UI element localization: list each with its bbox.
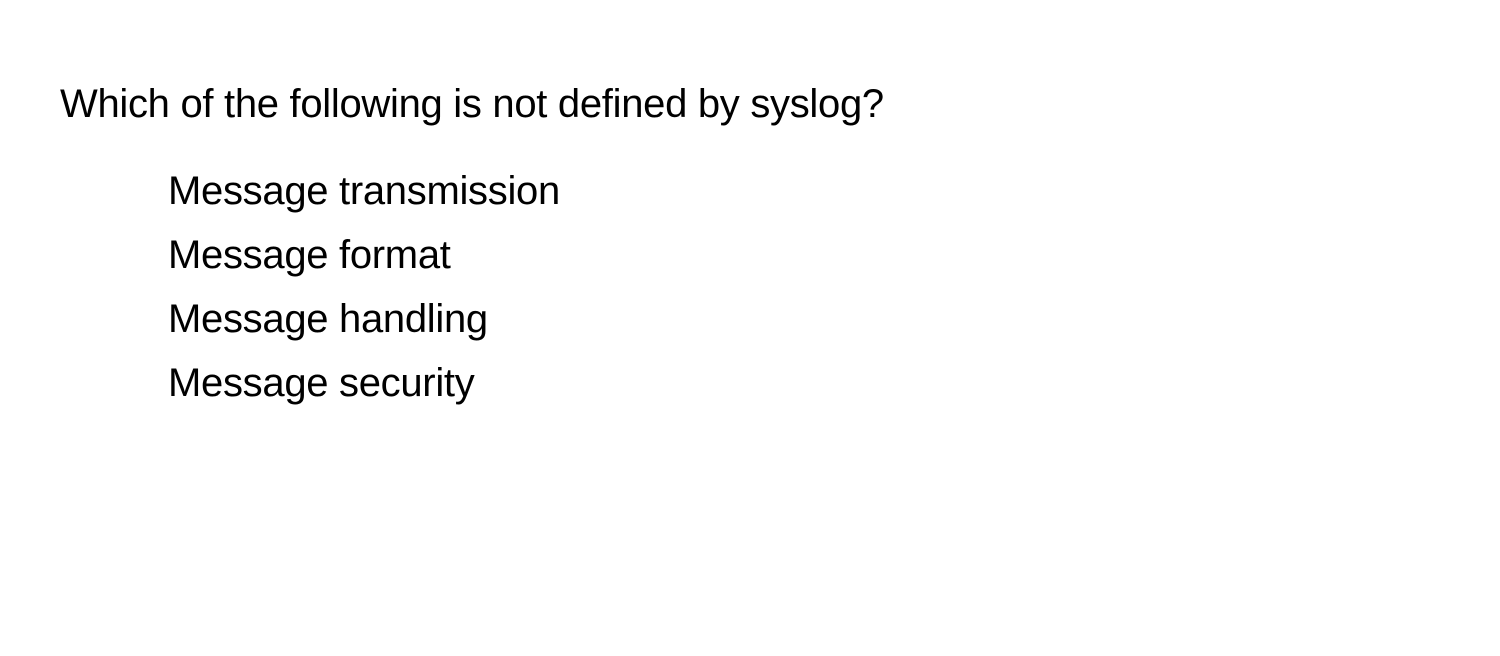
question-container: Which of the following is not defined by… [0,0,1500,415]
option-4[interactable]: Message security [168,351,1500,415]
question-text: Which of the following is not defined by… [60,82,1500,127]
option-3[interactable]: Message handling [168,287,1500,351]
option-2[interactable]: Message format [168,223,1500,287]
options-list: Message transmission Message format Mess… [60,159,1500,415]
option-1[interactable]: Message transmission [168,159,1500,223]
